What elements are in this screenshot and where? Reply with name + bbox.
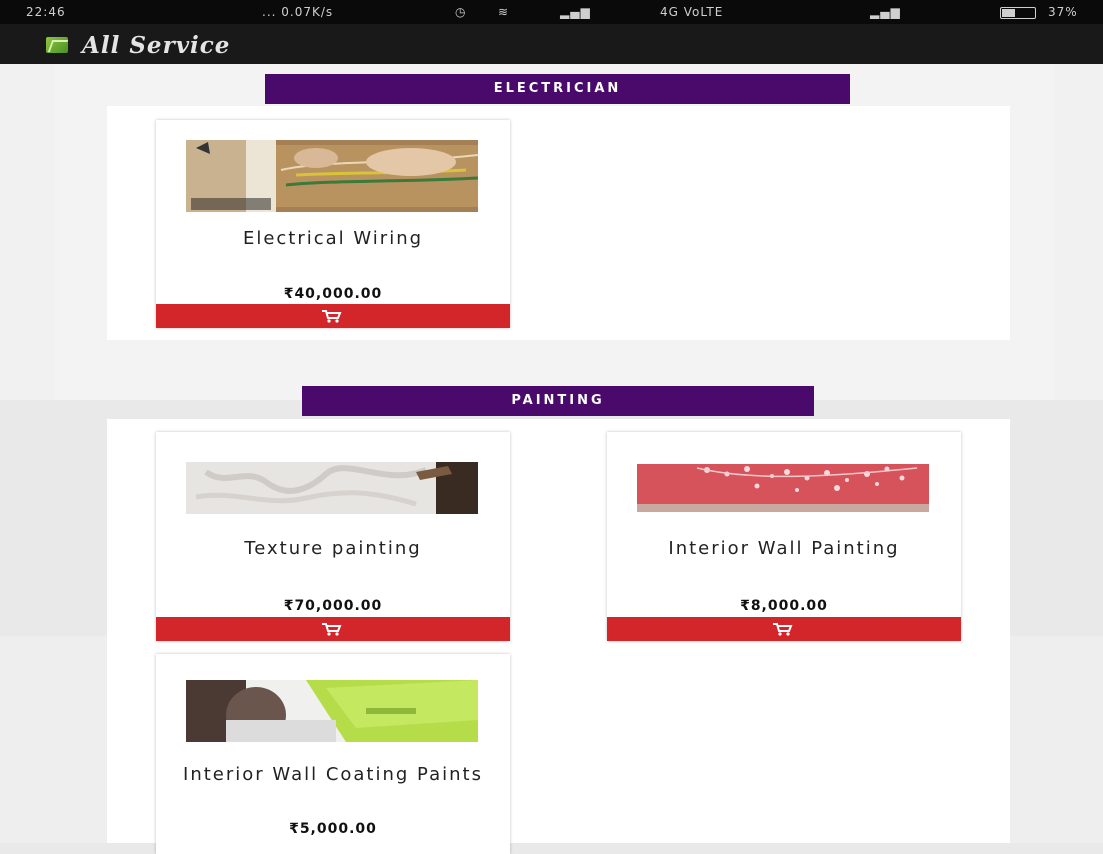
texture-painting-image[interactable] — [186, 462, 478, 514]
section-header-painting: PAINTING — [302, 386, 814, 416]
product-name: Texture painting — [244, 538, 422, 559]
product-name: Interior Wall Painting — [668, 538, 900, 559]
product-price: ₹40,000.00 — [283, 286, 383, 302]
cart-icon — [322, 310, 342, 323]
add-to-cart-button[interactable] — [607, 617, 961, 641]
signal-icon: ▂▄▆ — [560, 5, 591, 19]
product-card[interactable]: Electrical Wiring ₹40,000.00 — [156, 120, 510, 328]
battery-icon — [1000, 7, 1036, 19]
page-title: All Service — [82, 32, 231, 59]
main-content: ELECTRICIAN Electrical Wiring ₹40,000.00 — [0, 64, 1103, 854]
product-price: ₹8,000.00 — [740, 598, 828, 614]
status-time: 22:46 — [26, 5, 66, 19]
section-header-electrician: ELECTRICIAN — [265, 74, 850, 104]
interior-wall-painting-image[interactable] — [637, 464, 929, 512]
wall-coating-image[interactable] — [186, 680, 478, 742]
electrical-wiring-image[interactable] — [186, 140, 478, 212]
product-card[interactable]: Texture painting ₹70,000.00 — [156, 432, 510, 641]
status-network-speed: ... 0.07K/s — [262, 5, 334, 19]
product-name: Electrical Wiring — [242, 228, 424, 249]
wifi-icon: ≋ — [498, 5, 510, 19]
cart-icon — [773, 623, 793, 636]
app-bar: All Service — [0, 24, 1103, 64]
status-battery: 37% — [1048, 5, 1078, 19]
add-to-cart-button[interactable] — [156, 304, 510, 328]
product-name: Interior Wall Coating Paints — [183, 764, 483, 785]
product-price: ₹5,000.00 — [289, 821, 377, 837]
product-card[interactable]: Interior Wall Painting ₹8,000.00 — [607, 432, 961, 641]
alarm-icon: ◷ — [455, 5, 467, 19]
cart-icon — [322, 623, 342, 636]
status-carrier: 4G VoLTE — [660, 5, 724, 19]
product-price: ₹70,000.00 — [283, 598, 383, 614]
product-card[interactable]: Interior Wall Coating Paints ₹5,000.00 — [156, 654, 510, 854]
status-bar: 22:46 ... 0.07K/s ◷ ≋ ▂▄▆ 4G VoLTE ▂▄▆ 3… — [0, 0, 1103, 24]
add-to-cart-button[interactable] — [156, 617, 510, 641]
app-logo-icon[interactable] — [46, 37, 68, 53]
signal-icon-2: ▂▄▆ — [870, 5, 901, 19]
